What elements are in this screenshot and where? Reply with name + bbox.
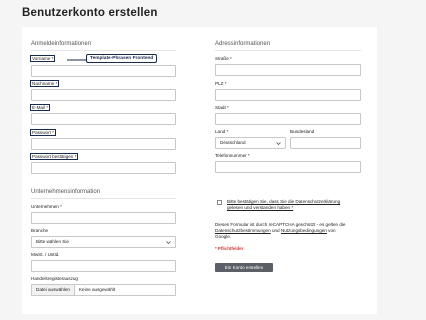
required-fields-note: * Pflichtfelder: [215, 246, 244, 251]
country-select-value: Deutschland: [220, 140, 246, 145]
company-input[interactable]: [31, 212, 176, 224]
email-input[interactable]: [31, 113, 176, 125]
lastname-label: Nachname *: [29, 79, 60, 88]
phone-input[interactable]: [215, 161, 361, 173]
city-input[interactable]: [215, 113, 361, 125]
lastname-input[interactable]: [31, 89, 176, 101]
company-label: Unternehmen *: [31, 204, 62, 209]
state-input[interactable]: [290, 137, 361, 149]
zip-input[interactable]: [215, 89, 361, 101]
password-confirm-input[interactable]: [31, 162, 176, 174]
login-section-divider: [31, 50, 176, 51]
password-input[interactable]: [31, 138, 176, 150]
registry-file-input[interactable]: Datei auswählen Keine ausgewählt: [31, 284, 176, 296]
country-label: Land *: [215, 129, 229, 134]
recaptcha-and-text: und: [270, 228, 281, 233]
address-section-divider: [215, 50, 361, 51]
firstname-input[interactable]: [31, 65, 176, 77]
firstname-label: Vorname *: [29, 54, 56, 63]
recaptcha-notice-line2: Datenschutzbestimmungen und Nutzungsbedi…: [215, 228, 336, 234]
email-label: E-Mail *: [29, 103, 51, 112]
chevron-down-icon: [276, 142, 281, 146]
phone-label: Telefonnummer *: [215, 153, 250, 158]
address-section-title: Adressinformationen: [215, 41, 271, 47]
password-confirm-label: Passwort bestätigen *: [29, 152, 79, 161]
template-phrases-tooltip: Template-Phrasen Frontend: [86, 54, 158, 63]
registry-label: Handelsregisterauszug: [31, 276, 78, 281]
zip-label: PLZ *: [215, 81, 227, 86]
recaptcha-notice-line3: Google.: [215, 234, 232, 239]
password-label: Passwort *: [29, 128, 57, 137]
privacy-checkbox[interactable]: [217, 200, 222, 205]
choose-file-button[interactable]: Datei auswählen: [32, 285, 75, 295]
state-label: Bundesland: [290, 129, 315, 134]
industry-select-value: Bitte wählen Sie: [36, 239, 69, 244]
vat-label: MwSt. / UstId.: [31, 252, 60, 257]
recaptcha-suffix-text: von: [326, 228, 336, 233]
country-select[interactable]: Deutschland: [215, 137, 286, 149]
company-section-title: Unternehmensinformation: [31, 189, 101, 195]
page-title: Benutzerkonto erstellen: [22, 7, 158, 19]
privacy-policy-link[interactable]: Datenschutzbestimmungen: [215, 228, 271, 233]
file-status: Keine ausgewählt: [78, 287, 116, 292]
vat-input[interactable]: [31, 260, 176, 272]
industry-label: Branche: [31, 228, 49, 233]
privacy-consent-line2[interactable]: gelesen und verstanden haben *: [227, 205, 293, 211]
industry-select[interactable]: Bitte wählen Sie: [31, 236, 176, 248]
terms-link[interactable]: Nutzungsbedingungen: [281, 228, 327, 233]
chevron-down-icon: [166, 241, 171, 245]
street-input[interactable]: [215, 64, 361, 76]
street-label: Straße *: [215, 56, 232, 61]
login-section-title: Anmeldeinformationen: [31, 41, 92, 47]
city-label: Stadt *: [215, 105, 229, 110]
company-section-divider: [31, 198, 176, 199]
registration-form: Anmeldeinformationen Vorname * Template-…: [22, 27, 377, 314]
create-account-button[interactable]: Ein Konto erstellen: [215, 263, 273, 272]
